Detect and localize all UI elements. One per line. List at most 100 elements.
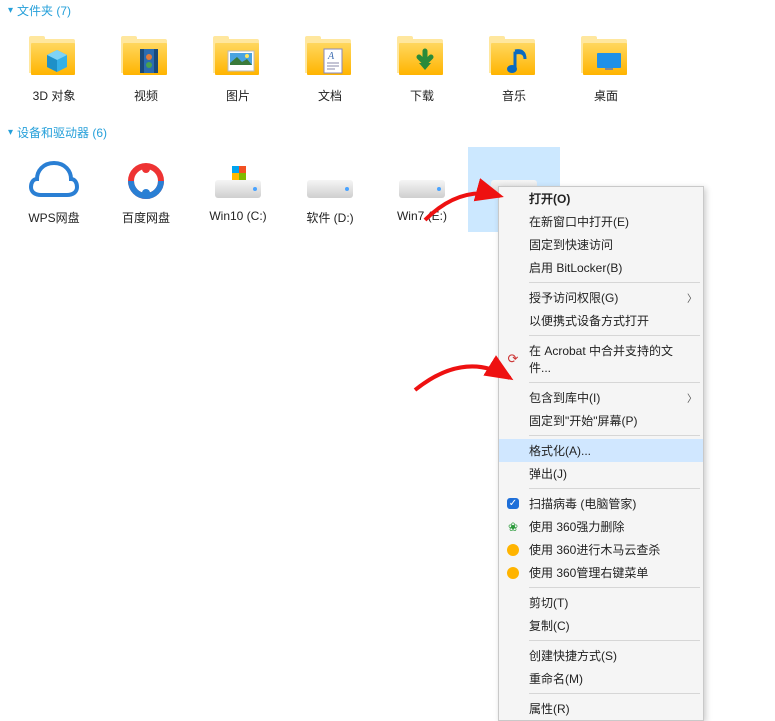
menu-item[interactable]: ✓ 扫描病毒 (电脑管家) (499, 492, 703, 515)
menu-item[interactable]: 使用 360进行木马云查杀 (499, 538, 703, 561)
devices-section-header[interactable]: ▾ 设备和驱动器 (6) (0, 122, 775, 143)
menu-separator (529, 335, 700, 336)
folder-label: 文档 (318, 87, 342, 104)
folder-icon (120, 31, 172, 83)
menu-item-label: 包含到库中(I) (529, 389, 600, 406)
chevron-down-icon: ▾ (8, 127, 13, 138)
device-label: Win10 (C:) (209, 209, 266, 223)
submenu-arrow-icon: 〉 (687, 390, 697, 405)
context-menu: 打开(O) 在新窗口中打开(E) 固定到快速访问启用 BitLocker(B) 授予访… (498, 186, 704, 721)
360y-icon (505, 565, 521, 581)
device-label: WPS网盘 (28, 209, 79, 226)
menu-item[interactable]: 包含到库中(I) 〉 (499, 386, 703, 409)
menu-item[interactable]: 创建快捷方式(S) (499, 644, 703, 667)
menu-separator (529, 640, 700, 641)
folder-item[interactable]: A 文档 (284, 25, 376, 110)
folder-item[interactable]: 3D 对象 (8, 25, 100, 110)
folder-label: 视频 (134, 87, 158, 104)
menu-item-label: 复制(C) (529, 617, 570, 634)
qq-icon: ✓ (505, 496, 521, 512)
menu-item-label: 扫描病毒 (电脑管家) (529, 495, 636, 512)
menu-item-label: 打开(O) (529, 190, 570, 207)
menu-item[interactable]: 在新窗口中打开(E) (499, 210, 703, 233)
menu-item-label: 剪切(T) (529, 594, 568, 611)
device-item[interactable]: WPS网盘 (8, 147, 100, 232)
menu-item[interactable]: 固定到"开始"屏幕(P) (499, 409, 703, 432)
device-item[interactable]: 软件 (D:) (284, 147, 376, 232)
menu-item-label: 使用 360强力删除 (529, 518, 624, 535)
menu-item[interactable]: 剪切(T) (499, 591, 703, 614)
menu-separator (529, 693, 700, 694)
folder-item[interactable]: 音乐 (468, 25, 560, 110)
folder-icon (580, 31, 632, 83)
device-label: 百度网盘 (122, 209, 170, 226)
folders-section-title: 文件夹 (7) (17, 2, 71, 19)
folders-row: 3D 对象 视频 图片 A 文档 (0, 21, 775, 122)
device-icon (396, 153, 448, 205)
folder-label: 3D 对象 (33, 87, 76, 104)
submenu-arrow-icon: 〉 (687, 290, 697, 305)
menu-item-label: 使用 360管理右键菜单 (529, 564, 648, 581)
device-icon (212, 153, 264, 205)
device-icon (28, 153, 80, 205)
menu-item[interactable]: ❀ 使用 360强力删除 (499, 515, 703, 538)
menu-item[interactable]: 使用 360管理右键菜单 (499, 561, 703, 584)
menu-item-label: 在新窗口中打开(E) (529, 213, 629, 230)
menu-item[interactable]: ⟳ 在 Acrobat 中合并支持的文件... (499, 339, 703, 379)
folder-icon (488, 31, 540, 83)
device-icon (120, 153, 172, 205)
menu-item-label: 在 Acrobat 中合并支持的文件... (529, 342, 683, 376)
device-item[interactable]: Win10 (C:) (192, 147, 284, 232)
menu-item[interactable]: 授予访问权限(G) 〉 (499, 286, 703, 309)
chevron-down-icon: ▾ (8, 5, 13, 16)
device-label: Win7 (E:) (397, 209, 447, 223)
folders-section-header[interactable]: ▾ 文件夹 (7) (0, 0, 775, 21)
folder-item[interactable]: 桌面 (560, 25, 652, 110)
device-item[interactable]: 百度网盘 (100, 147, 192, 232)
device-item[interactable]: Win7 (E:) (376, 147, 468, 232)
menu-item-label: 创建快捷方式(S) (529, 647, 617, 664)
folder-label: 下载 (410, 87, 434, 104)
menu-item-label: 固定到"开始"屏幕(P) (529, 412, 638, 429)
menu-item-label: 启用 BitLocker(B) (529, 259, 622, 276)
menu-item-label: 固定到快速访问 (529, 236, 613, 253)
folder-item[interactable]: 下载 (376, 25, 468, 110)
folder-icon (396, 31, 448, 83)
menu-item[interactable]: 复制(C) (499, 614, 703, 637)
menu-item[interactable]: 固定到快速访问 (499, 233, 703, 256)
folder-icon: A (304, 31, 356, 83)
360y-icon (505, 542, 521, 558)
menu-separator (529, 587, 700, 588)
menu-separator (529, 282, 700, 283)
menu-item-label: 重命名(M) (529, 670, 583, 687)
folder-item[interactable]: 视频 (100, 25, 192, 110)
svg-text:A: A (327, 51, 335, 62)
menu-item-label: 属性(R) (529, 700, 570, 717)
device-label: 软件 (D:) (306, 209, 353, 226)
menu-item[interactable]: 打开(O) (499, 187, 703, 210)
menu-separator (529, 488, 700, 489)
menu-item[interactable]: 以便携式设备方式打开 (499, 309, 703, 332)
menu-item-label: 以便携式设备方式打开 (529, 312, 649, 329)
folder-icon (28, 31, 80, 83)
menu-item[interactable]: 弹出(J) (499, 462, 703, 485)
menu-item-label: 授予访问权限(G) (529, 289, 618, 306)
menu-item[interactable]: 启用 BitLocker(B) (499, 256, 703, 279)
menu-item[interactable]: 重命名(M) (499, 667, 703, 690)
menu-item-label: 格式化(A)... (529, 442, 591, 459)
menu-separator (529, 382, 700, 383)
folder-item[interactable]: 图片 (192, 25, 284, 110)
folder-label: 图片 (226, 87, 250, 104)
menu-item[interactable]: 属性(R) (499, 697, 703, 720)
menu-item-label: 弹出(J) (529, 465, 567, 482)
acrobat-icon: ⟳ (505, 351, 521, 367)
menu-item[interactable]: 格式化(A)... (499, 439, 703, 462)
folder-label: 桌面 (594, 87, 618, 104)
menu-item-label: 使用 360进行木马云查杀 (529, 541, 660, 558)
devices-section-title: 设备和驱动器 (6) (17, 124, 107, 141)
360g-icon: ❀ (505, 519, 521, 535)
menu-separator (529, 435, 700, 436)
folder-label: 音乐 (502, 87, 526, 104)
device-icon (304, 153, 356, 205)
folder-icon (212, 31, 264, 83)
